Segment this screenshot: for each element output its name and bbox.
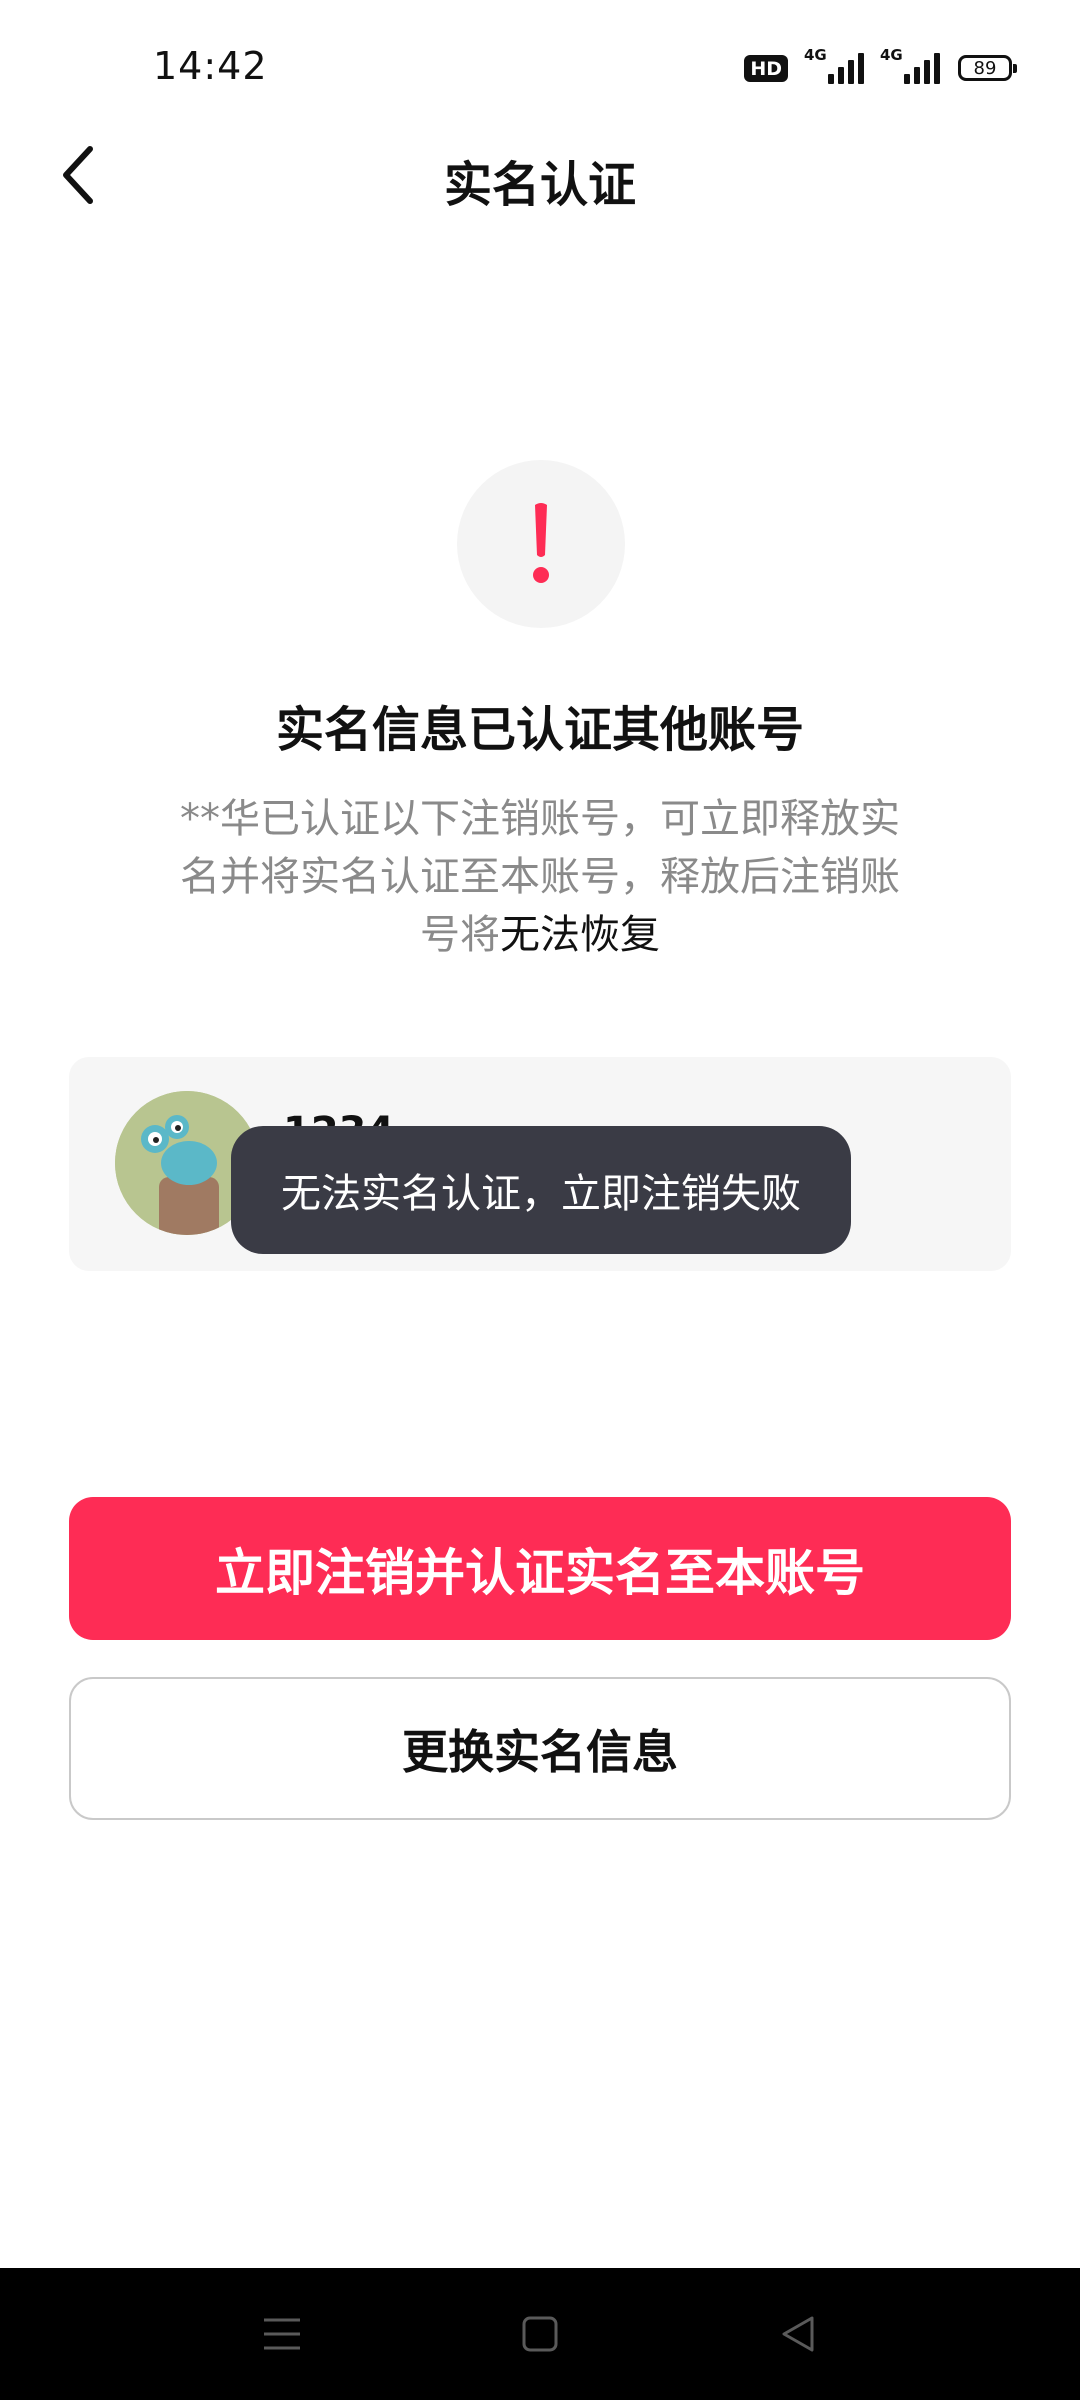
nav-menu-button[interactable] xyxy=(252,2306,312,2362)
back-triangle-icon xyxy=(782,2316,814,2352)
home-icon xyxy=(522,2316,558,2352)
header: 实名认证 xyxy=(0,135,1080,215)
signal-network-label: 4G xyxy=(804,46,827,64)
status-icons: HD 4G 4G 89 xyxy=(744,46,1017,88)
alert-circle xyxy=(457,460,625,628)
deregister-and-verify-button[interactable]: 立即注销并认证实名至本账号 xyxy=(69,1497,1011,1640)
battery-level: 89 xyxy=(973,57,997,79)
menu-icon xyxy=(264,2318,300,2350)
signal-network-label: 4G xyxy=(880,46,903,64)
system-nav-bar xyxy=(0,2268,1080,2400)
change-real-name-button[interactable]: 更换实名信息 xyxy=(69,1677,1011,1820)
signal-icon: 4G xyxy=(880,46,940,84)
headline: 实名信息已认证其他账号 xyxy=(275,702,804,758)
description-emphasis: 无法恢复 xyxy=(500,912,660,958)
nav-back-button[interactable] xyxy=(768,2306,828,2362)
status-time: 14:42 xyxy=(153,44,268,88)
hd-icon: HD xyxy=(744,54,788,82)
battery-icon: 89 xyxy=(958,55,1017,81)
page-title: 实名认证 xyxy=(443,157,636,213)
real-name-verification-screen: 14:42 HD 4G 4G 89 实名认证 实名信息已认证其他账号 **华已认… xyxy=(0,0,1080,2400)
nav-home-button[interactable] xyxy=(510,2306,570,2362)
toast-message: 无法实名认证，立即注销失败 xyxy=(281,1171,801,1217)
exclamation-icon xyxy=(533,503,549,583)
status-bar: 14:42 HD 4G 4G 89 xyxy=(0,0,1080,135)
toast: 无法实名认证，立即注销失败 xyxy=(231,1126,851,1254)
signal-icon: 4G xyxy=(804,46,864,84)
description: **华已认证以下注销账号，可立即释放实名并将实名认证至本账号，释放后注销账号将无… xyxy=(180,790,900,964)
